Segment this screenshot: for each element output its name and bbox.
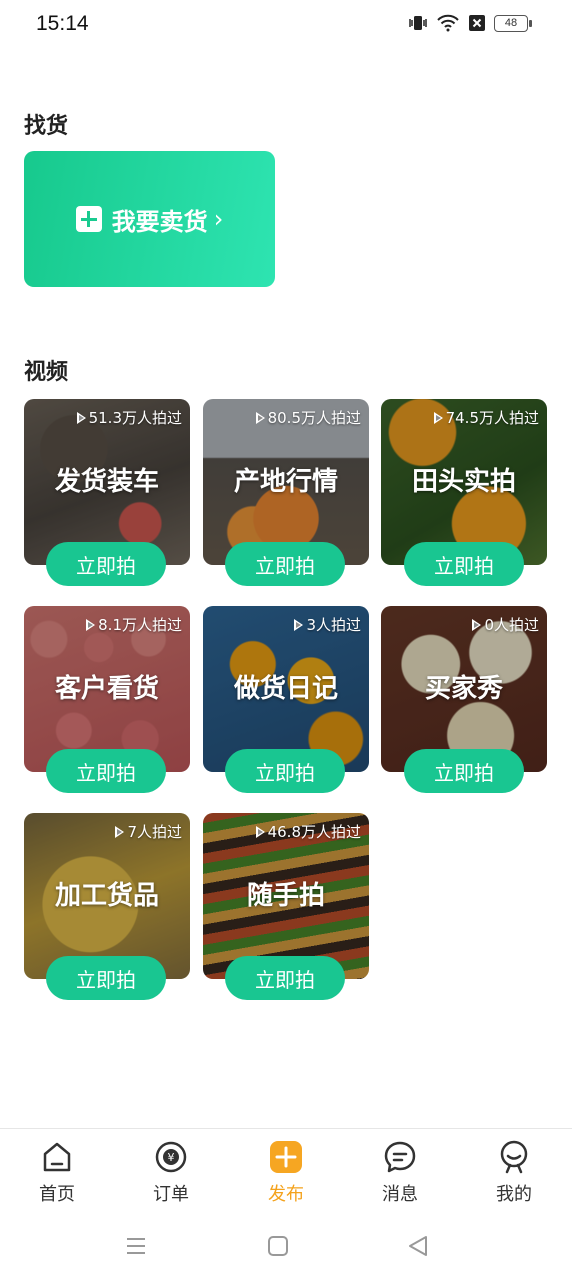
svg-text:¥: ¥ [168,1151,175,1164]
sell-goods-button[interactable]: 我要卖货 › [24,151,275,287]
shoot-now-button[interactable]: 立即拍 [46,542,166,586]
video-card[interactable]: 46.8万人拍过 随手拍 [203,813,369,979]
shoot-now-button[interactable]: 立即拍 [46,749,166,793]
battery-indicator: 48 [494,14,532,32]
no-sim-icon [469,15,485,31]
video-card[interactable]: 7人拍过 加工货品 [24,813,190,979]
wifi-icon [437,14,459,32]
shoot-now-button[interactable]: 立即拍 [46,956,166,1000]
plus-icon [75,206,102,232]
chevron-right-icon: › [213,205,224,233]
video-card-title: 买家秀 [424,674,503,704]
nav-label: 首页 [39,1184,75,1205]
status-icons: 48 [408,14,532,32]
video-card-title: 产地行情 [233,467,338,497]
bottom-nav: 首页 ¥ 订单 发布 消息 我的 [0,1128,572,1220]
shot-count: 51.3万人拍过 [76,407,182,428]
play-icon [255,825,265,838]
shot-count: 80.5万人拍过 [255,407,361,428]
status-time: 15:14 [36,12,89,35]
back-icon[interactable] [406,1234,430,1258]
play-icon [433,411,443,424]
shoot-now-button[interactable]: 立即拍 [404,749,524,793]
nav-label: 订单 [153,1184,189,1205]
video-card-title: 发货装车 [54,467,159,497]
home-square-icon[interactable] [266,1234,290,1258]
video-card[interactable]: 3人拍过 做货日记 [203,606,369,772]
status-bar: 15:14 48 [0,0,572,52]
shot-count: 7人拍过 [115,821,182,842]
order-icon: ¥ [155,1141,187,1173]
video-card[interactable]: 0人拍过 买家秀 [381,606,547,772]
video-card-title: 做货日记 [233,674,338,704]
shoot-now-button[interactable]: 立即拍 [225,956,345,1000]
play-icon [255,411,265,424]
system-nav-bar [0,1220,572,1280]
video-card-title: 客户看货 [54,674,159,704]
video-card[interactable]: 74.5万人拍过 田头实拍 [381,399,547,565]
sell-goods-label: 我要卖货 [111,207,208,236]
video-card-title: 田头实拍 [411,467,516,497]
shoot-now-button[interactable]: 立即拍 [225,542,345,586]
shot-count: 3人拍过 [294,614,361,635]
shot-count: 74.5万人拍过 [433,407,539,428]
nav-profile[interactable]: 我的 [469,1139,559,1206]
shoot-now-button[interactable]: 立即拍 [225,749,345,793]
nav-publish[interactable]: 发布 [241,1139,331,1206]
find-section-title: 找货 [24,114,69,139]
shoot-now-button[interactable]: 立即拍 [404,542,524,586]
play-icon [472,618,482,631]
publish-icon [270,1141,302,1173]
shot-count: 46.8万人拍过 [255,821,361,842]
play-icon [76,411,86,424]
play-icon [115,825,125,838]
video-card[interactable]: 8.1万人拍过 客户看货 [24,606,190,772]
play-icon [86,618,96,631]
video-card[interactable]: 80.5万人拍过 产地行情 [203,399,369,565]
home-icon [43,1142,71,1172]
profile-icon [500,1140,528,1174]
video-card[interactable]: 51.3万人拍过 发货装车 [24,399,190,565]
message-icon [384,1141,416,1173]
play-icon [294,618,304,631]
nav-home[interactable]: 首页 [12,1139,102,1206]
nav-orders[interactable]: ¥ 订单 [126,1139,216,1206]
shot-count: 8.1万人拍过 [86,614,182,635]
video-card-title: 加工货品 [54,881,159,911]
video-card-title: 随手拍 [246,881,325,911]
vibrate-icon [409,16,427,30]
video-section-title: 视频 [24,360,69,385]
nav-label: 我的 [496,1184,532,1205]
menu-icon[interactable] [124,1234,148,1258]
nav-label: 消息 [382,1184,418,1205]
nav-label: 发布 [268,1184,304,1205]
shot-count: 0人拍过 [472,614,539,635]
nav-messages[interactable]: 消息 [355,1139,445,1206]
